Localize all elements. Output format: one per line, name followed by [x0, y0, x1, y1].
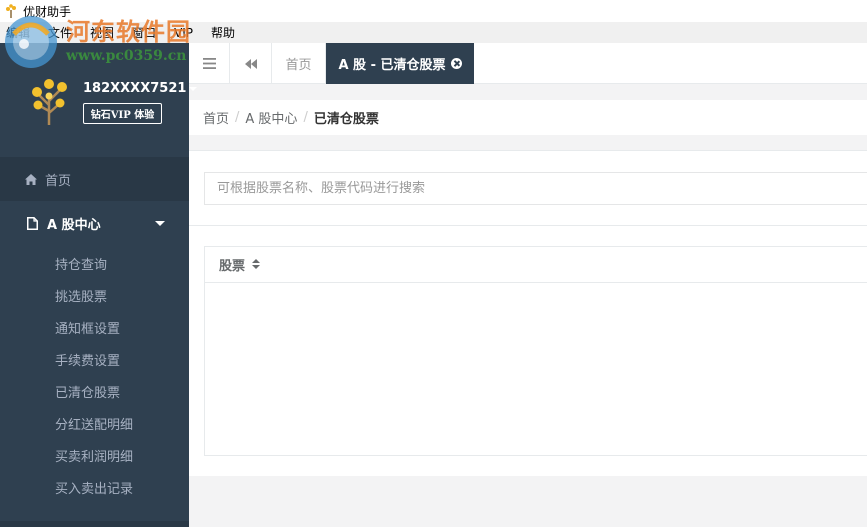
app-icon	[4, 4, 18, 18]
breadcrumb: 首页 / A 股中心 / 已清仓股票	[189, 100, 867, 135]
tree-avatar-icon	[32, 79, 67, 125]
sidebar-item-trade-profit-details[interactable]: 买卖利润明细	[0, 442, 189, 474]
breadcrumb-separator: /	[303, 110, 308, 125]
vip-badge[interactable]: 钻石VIP 体验	[83, 103, 162, 124]
menu-toggle-button[interactable]	[189, 43, 230, 84]
username-label: 182XXXX7521	[83, 81, 187, 96]
tab-bar: 首页 A 股 - 已清仓股票	[189, 43, 867, 84]
user-profile: 182XXXX7521 钻石VIP 体验	[0, 43, 198, 157]
expand-arrow-icon	[155, 221, 165, 226]
file-icon	[27, 216, 38, 230]
sidebar-bottom-item	[0, 521, 189, 527]
window-title: 优财助手	[23, 4, 72, 19]
table-panel: 股票	[189, 226, 867, 476]
menu-window[interactable]: 窗口	[132, 24, 156, 41]
sidebar: 182XXXX7521 钻石VIP 体验 首页 A 股中心 持仓查询 挑选股票 …	[0, 43, 198, 527]
sidebar-item-trade-records[interactable]: 买入卖出记录	[0, 474, 189, 506]
tab-cleared-stocks-label: A 股 - 已清仓股票	[338, 58, 446, 73]
menubar: 编辑 文件 视图 窗口 VIP 帮助	[0, 22, 867, 43]
sidebar-item-dividend-details[interactable]: 分红送配明细	[0, 410, 189, 442]
search-panel	[189, 150, 867, 226]
sidebar-item-notification-settings[interactable]: 通知框设置	[0, 314, 189, 346]
close-icon[interactable]	[450, 58, 462, 69]
home-icon	[25, 173, 37, 185]
sidebar-group-label: A 股中心	[47, 217, 101, 233]
breadcrumb-home[interactable]: 首页	[203, 108, 229, 127]
search-input[interactable]	[204, 172, 867, 205]
column-header-label: 股票	[219, 259, 246, 274]
sidebar-item-home[interactable]: 首页	[0, 157, 189, 201]
sort-icon	[252, 259, 261, 270]
window-title-bar: 优财助手	[0, 0, 867, 22]
sidebar-group-a-shares[interactable]: A 股中心	[0, 201, 189, 245]
tab-cleared-stocks[interactable]: A 股 - 已清仓股票	[326, 43, 474, 84]
caret-down-icon	[189, 86, 198, 91]
tab-scroll-left-button[interactable]	[230, 43, 272, 84]
menu-edit[interactable]: 编辑	[6, 24, 30, 41]
double-left-arrow-icon	[244, 58, 257, 69]
sidebar-item-home-label: 首页	[45, 173, 72, 189]
username-dropdown[interactable]: 182XXXX7521	[83, 81, 198, 96]
sidebar-item-holdings[interactable]: 持仓查询	[0, 250, 189, 282]
column-header-stock[interactable]: 股票	[205, 247, 867, 283]
sidebar-item-fee-settings[interactable]: 手续费设置	[0, 346, 189, 378]
sidebar-submenu: 持仓查询 挑选股票 通知框设置 手续费设置 已清仓股票 分红送配明细 买卖利润明…	[0, 250, 189, 506]
breadcrumb-separator: /	[235, 110, 240, 125]
tab-home[interactable]: 首页	[272, 43, 326, 84]
hamburger-icon	[202, 58, 216, 69]
sidebar-item-cleared-stocks[interactable]: 已清仓股票	[0, 378, 189, 410]
stock-table: 股票	[204, 246, 867, 456]
menu-view[interactable]: 视图	[90, 24, 114, 41]
menu-vip[interactable]: VIP	[174, 26, 193, 40]
menu-file[interactable]: 文件	[48, 24, 72, 41]
breadcrumb-current: 已清仓股票	[313, 112, 379, 127]
menu-help[interactable]: 帮助	[211, 24, 235, 41]
sidebar-item-pick-stocks[interactable]: 挑选股票	[0, 282, 189, 314]
breadcrumb-a-shares[interactable]: A 股中心	[245, 108, 297, 127]
